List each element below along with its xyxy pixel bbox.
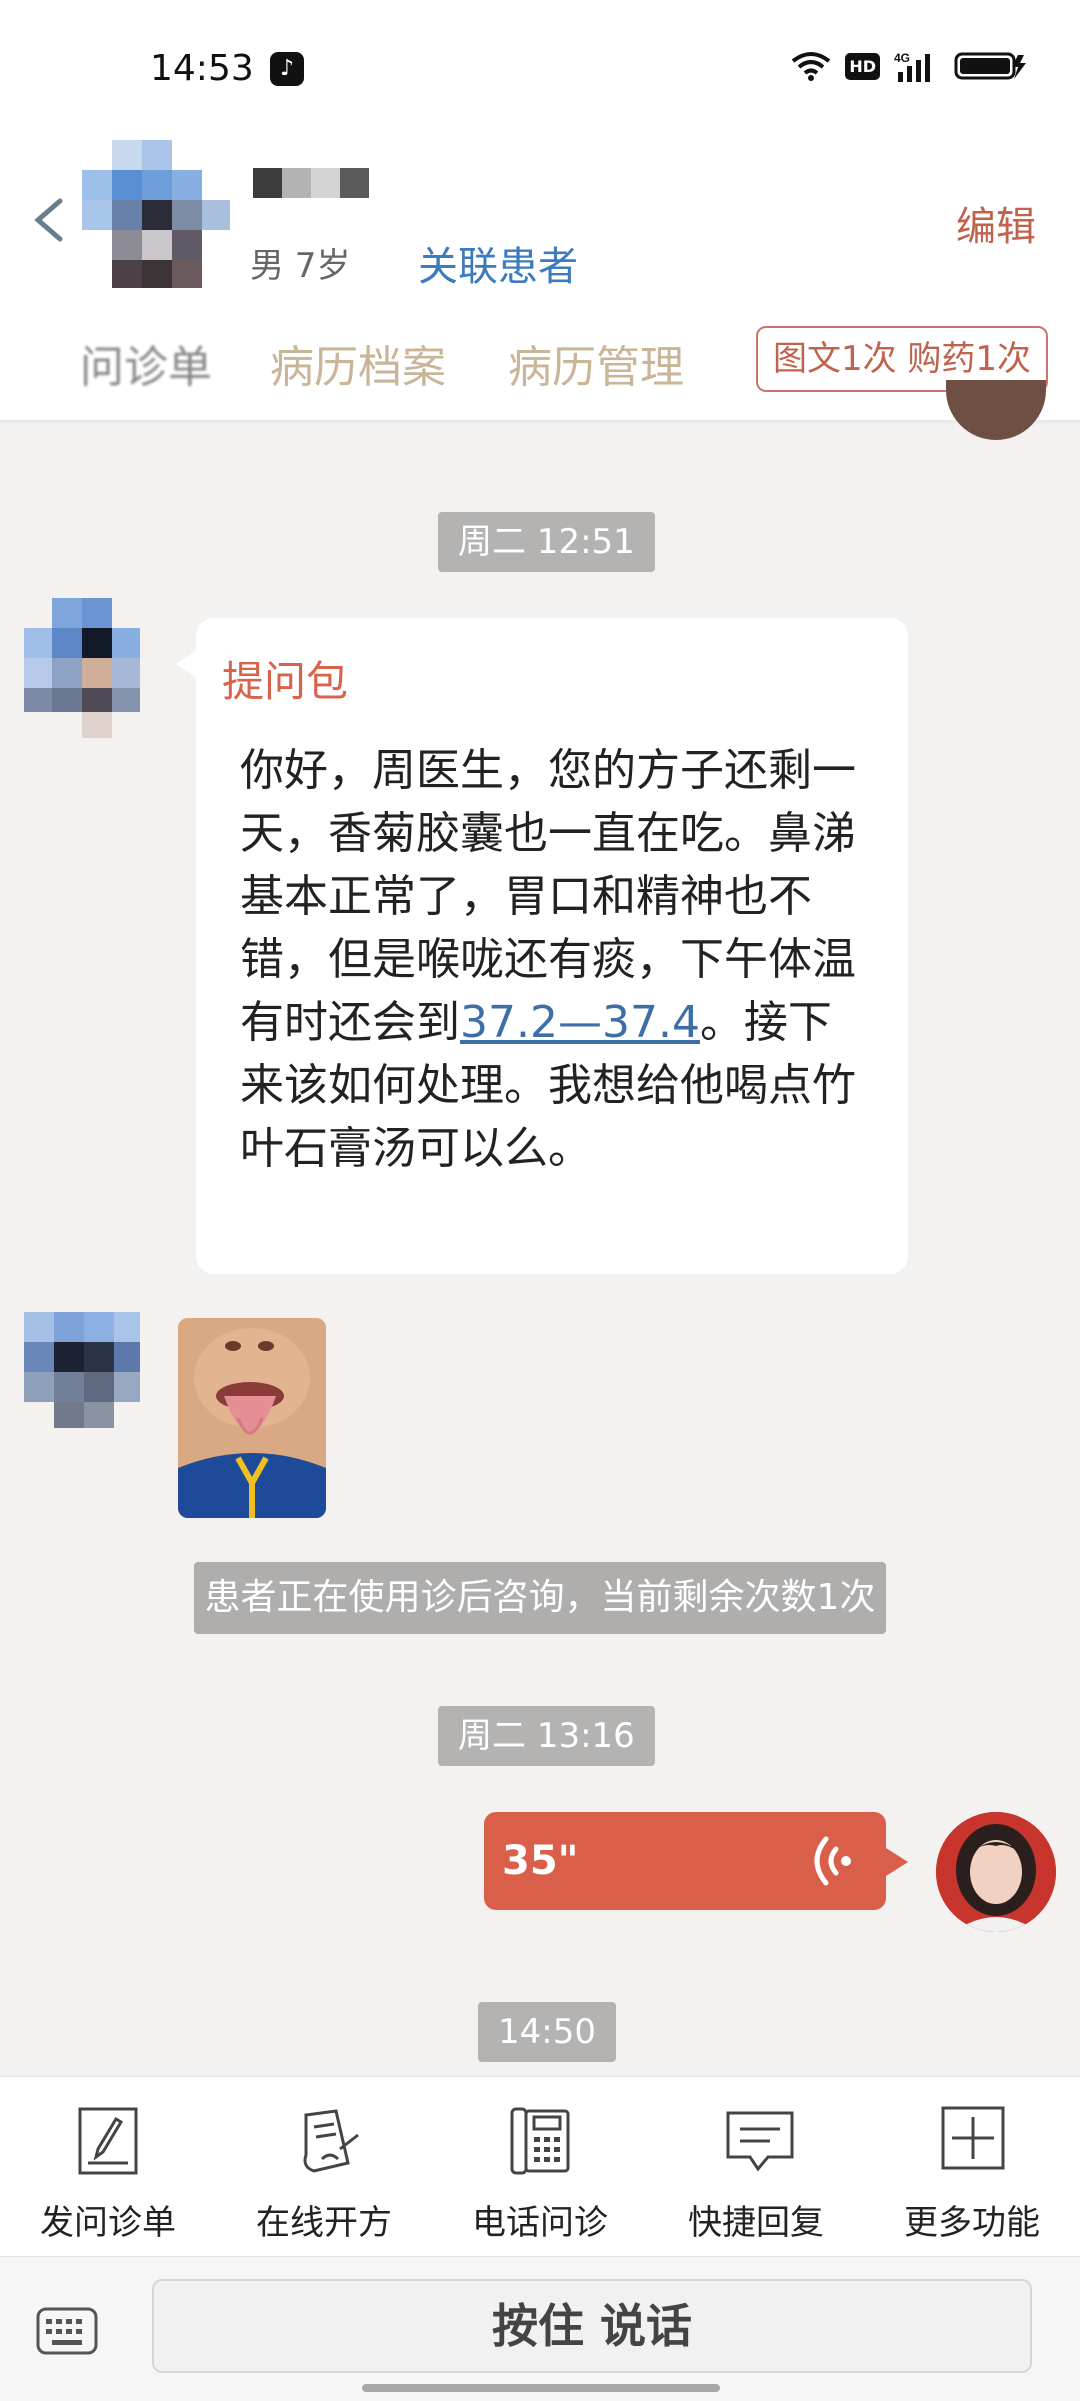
battery-icon [954,52,1026,80]
quick-reply-button[interactable]: 快捷回复 [648,2077,864,2257]
back-arrow-icon[interactable] [30,195,70,245]
timestamp: 周二 13:16 [438,1706,655,1766]
doctor-avatar-peek [946,380,1046,440]
timestamp: 周二 12:51 [438,512,655,572]
tool-label: 快捷回复 [688,2203,824,2243]
input-bar: 按住 说话 [0,2256,1080,2401]
tab-inquiry-form[interactable]: 问诊单 [80,331,212,395]
patient-name-redacted [253,168,369,198]
voice-wave-icon [814,1836,851,1886]
tiktok-icon: ♪ [270,52,304,86]
tab-medical-records[interactable]: 病历档案 [270,331,446,395]
action-toolbar: 发问诊单 在线开方 电话问诊 快捷回复 更多功能 [0,2076,1080,2257]
signal-icon: 4G [894,51,930,82]
patient-gender-age: 男 7岁 [250,246,351,286]
tab-record-management[interactable]: 病历管理 [508,331,684,395]
svg-text:4G: 4G [894,51,910,65]
status-time: 14:53 [150,48,254,89]
keyboard-icon[interactable] [36,2307,98,2355]
patient-avatar[interactable] [82,140,230,288]
edit-button[interactable]: 编辑 [956,194,1036,252]
send-inquiry-form-button[interactable]: 发问诊单 [0,2077,216,2257]
status-icons: HD 4G [791,50,1028,82]
doctor-portrait [936,1812,1056,1932]
tool-label: 在线开方 [256,2203,392,2243]
plus-box-icon [941,2106,1005,2170]
phone-icon [510,2107,570,2175]
question-package-bubble[interactable]: 提问包 你好，周医生，您的方子还剩一天，香菊胶囊也一直在吃。鼻涕基本正常了，胃口… [176,618,908,1274]
home-indicator[interactable] [362,2384,720,2392]
patient-chat-avatar[interactable] [24,598,140,738]
patient-chat-avatar[interactable] [24,1312,140,1452]
voice-message[interactable]: 35" [484,1812,908,1910]
system-notice: 患者正在使用诊后咨询，当前剩余次数1次 [194,1562,886,1634]
status-bar: 14:53 ♪ HD 4G [0,0,1080,130]
hd-icon: HD [845,52,880,80]
bubble-text: 你好，周医生，您的方子还剩一天，香菊胶囊也一直在吃。鼻涕基本正常了，胃口和精神也… [240,739,874,1180]
doctor-avatar[interactable] [936,1812,1056,1932]
timestamp: 14:50 [478,2002,616,2062]
prescription-icon [303,2109,359,2173]
tool-label: 更多功能 [904,2203,1040,2243]
temperature-link[interactable]: 37.2—37.4 [460,997,700,1048]
tool-label: 发问诊单 [40,2203,176,2243]
phone-consult-button[interactable]: 电话问诊 [432,2077,648,2257]
tongue-photo-illustration [178,1318,326,1518]
chat-bubble-icon [726,2111,794,2172]
wifi-icon [792,52,831,81]
tongue-photo[interactable] [178,1318,326,1518]
more-functions-button[interactable]: 更多功能 [864,2077,1080,2257]
hold-to-talk-button[interactable]: 按住 说话 [152,2279,1032,2373]
online-prescription-button[interactable]: 在线开方 [216,2077,432,2257]
link-patient-button[interactable]: 关联患者 [418,234,578,292]
form-edit-icon [78,2107,138,2175]
tool-label: 电话问诊 [472,2203,608,2243]
voice-duration: 35" [502,1838,579,1884]
bubble-title: 提问包 [222,657,349,706]
